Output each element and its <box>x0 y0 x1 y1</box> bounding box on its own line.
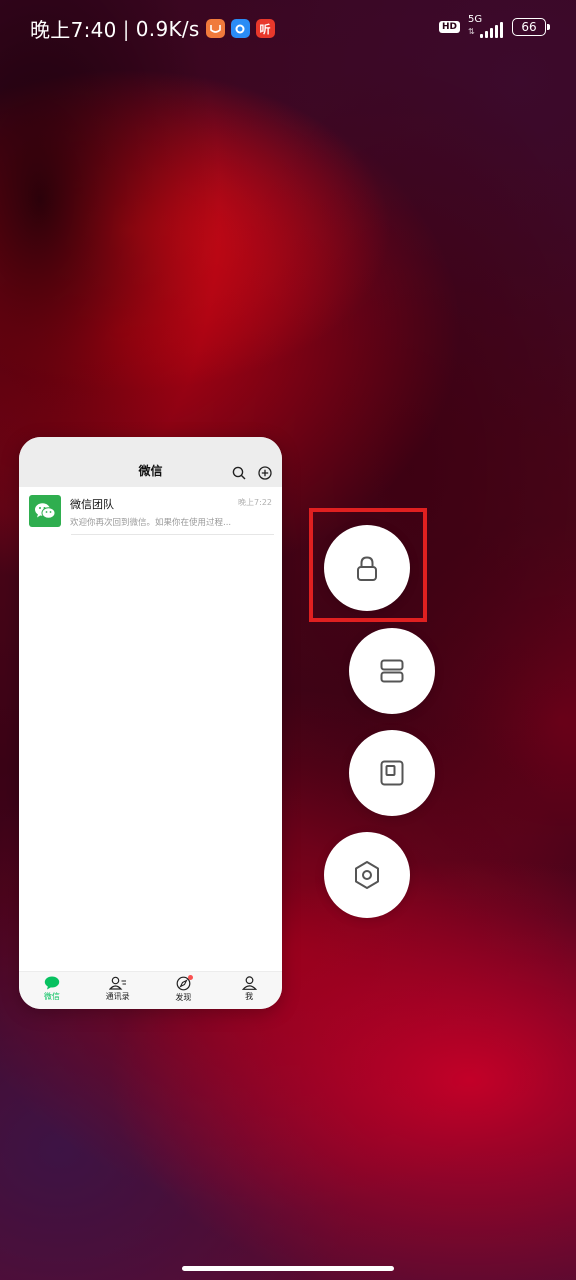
small-window-button[interactable] <box>349 730 435 816</box>
tab-wechat: 微信 <box>19 972 85 1009</box>
status-left: 晚上7:40 | 0.9K/s 听 <box>30 14 275 43</box>
status-right: HD 5G ⇅ 66 <box>438 14 550 38</box>
header-icons <box>232 466 272 480</box>
wechat-team-avatar <box>29 495 61 527</box>
app-title: 微信 <box>138 464 163 478</box>
tab-contacts-label: 通讯录 <box>105 992 130 1001</box>
status-separator: | <box>122 16 130 41</box>
app-settings-button[interactable] <box>324 832 410 918</box>
chat-time: 晚上7:22 <box>238 498 272 507</box>
hexagon-settings-icon <box>355 861 379 889</box>
discover-badge <box>188 975 194 980</box>
tab-contacts: 通讯录 <box>85 972 151 1009</box>
chat-list-item: 微信团队 欢迎你再次回到微信。如果你在使用过程... 晚上7:22 <box>19 487 282 535</box>
wechat-logo-icon <box>35 503 56 519</box>
orange-app-icon <box>205 19 225 38</box>
blue-app-icon <box>230 19 250 38</box>
net-speed: 0.9K/s <box>135 16 200 41</box>
tab-discover-label: 发现 <box>175 993 192 1002</box>
signal-indicator: 5G ⇅ <box>468 14 504 38</box>
tab-me-label: 我 <box>245 992 254 1001</box>
app-header: 微信 <box>19 437 282 487</box>
add-circle-icon <box>258 466 272 480</box>
hd-badge: HD <box>438 21 460 33</box>
recent-app-card[interactable]: 微信 微信团队 欢迎你再次回到微信。如果你在使用过程... 晚上7:22 微信 … <box>19 437 282 1009</box>
data-arrows-icon: ⇅ <box>468 27 475 36</box>
bottom-tab-bar: 微信 通讯录 发现 我 <box>19 971 282 1009</box>
split-screen-icon <box>380 659 404 683</box>
home-indicator[interactable] <box>182 1266 394 1271</box>
tab-wechat-label: 微信 <box>43 992 60 1001</box>
tab-discover: 发现 <box>151 972 217 1009</box>
contacts-icon <box>108 976 126 990</box>
battery-level: 66 <box>521 20 537 34</box>
small-window-icon <box>380 760 404 786</box>
listen-app-glyph: 听 <box>259 22 271 36</box>
chat-preview: 欢迎你再次回到微信。如果你在使用过程... <box>70 518 232 528</box>
search-icon <box>232 466 246 480</box>
tab-me: 我 <box>216 972 282 1009</box>
lock-icon <box>357 556 377 581</box>
chat-bubble-icon <box>44 976 60 990</box>
red-listen-app-icon: 听 <box>255 19 275 38</box>
status-time: 晚上7:40 <box>30 18 117 42</box>
person-icon <box>241 976 257 990</box>
signal-bars-icon <box>480 22 503 38</box>
battery-icon: 66 <box>512 18 550 36</box>
status-bar: 晚上7:40 | 0.9K/s 听 HD 5G ⇅ 66 <box>0 0 576 56</box>
lock-app-button[interactable] <box>324 525 410 611</box>
split-screen-button[interactable] <box>349 628 435 714</box>
